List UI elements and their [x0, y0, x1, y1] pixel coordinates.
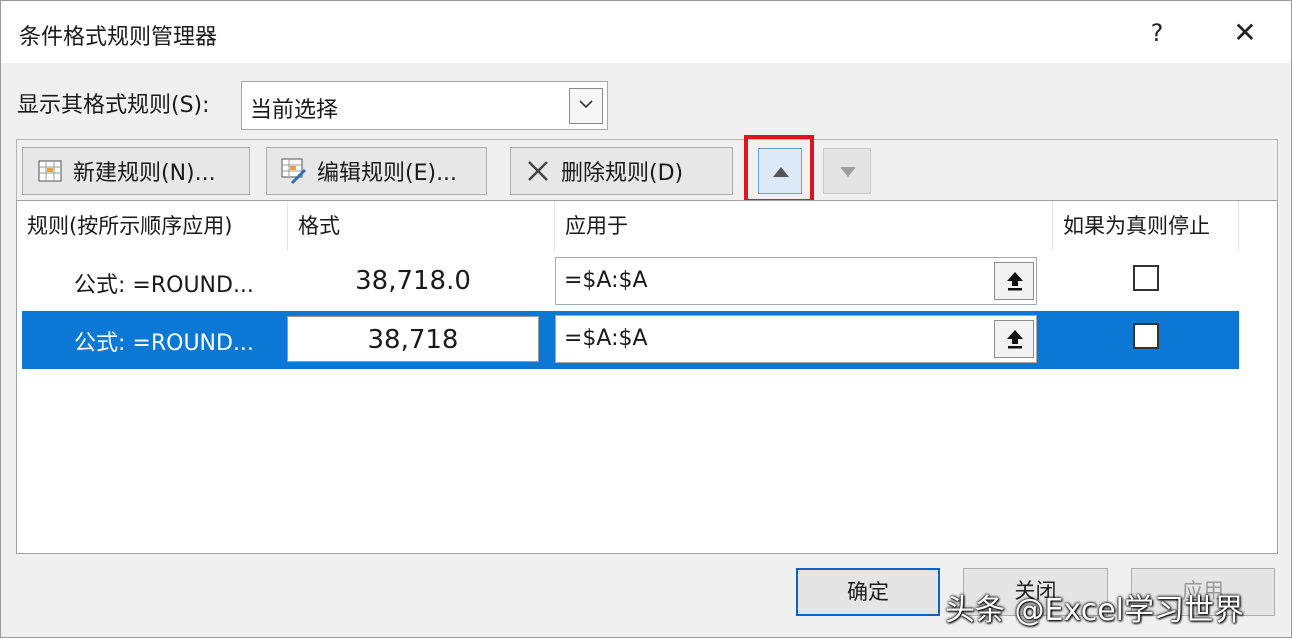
range-collapse-button[interactable]	[994, 262, 1034, 300]
column-header-applies-to: 应用于	[555, 201, 1053, 251]
rule-description: 公式: =ROUND...	[74, 273, 254, 298]
column-header-rule: 规则(按所示顺序应用)	[17, 201, 288, 251]
rules-toolbar: 新建规则(N)... 编辑规则(E)... 删除规则(D)	[16, 135, 1278, 203]
show-rules-label: 显示其格式规则(S):	[17, 93, 210, 118]
triangle-down-icon	[840, 167, 856, 177]
move-up-highlight-box	[744, 135, 814, 203]
close-icon[interactable]: ✕	[1223, 13, 1267, 53]
conditional-format-rules-manager-dialog: 条件格式规则管理器 ? ✕ 显示其格式规则(S): 当前选择 新建规则(N)..…	[0, 0, 1292, 638]
format-preview: 38,718	[287, 316, 539, 362]
stop-if-true-checkbox[interactable]	[1133, 323, 1159, 349]
show-rules-value: 当前选择	[250, 98, 339, 123]
stop-if-true-checkbox[interactable]	[1133, 265, 1159, 291]
column-header-stop-if-true: 如果为真则停止	[1053, 201, 1239, 251]
format-preview: 38,718.0	[355, 266, 471, 296]
title-bar: 条件格式规则管理器 ? ✕	[1, 1, 1291, 63]
applies-to-value: =$A:$A	[564, 326, 648, 351]
new-rule-icon	[35, 156, 65, 186]
show-rules-select[interactable]: 当前选择	[241, 81, 608, 130]
delete-rule-button[interactable]: 删除规则(D)	[510, 147, 733, 195]
edit-rule-icon	[279, 156, 309, 186]
table-row[interactable]: 公式: =ROUND... 38,718 =$A:$A	[22, 311, 1239, 369]
applies-to-input[interactable]: =$A:$A	[555, 257, 1037, 305]
move-down-button[interactable]	[823, 148, 871, 194]
edit-rule-label: 编辑规则(E)...	[317, 161, 458, 186]
delete-icon	[523, 156, 553, 186]
column-header-format: 格式	[288, 201, 555, 251]
help-button[interactable]: ?	[1137, 13, 1177, 53]
edit-rule-button[interactable]: 编辑规则(E)...	[266, 147, 487, 195]
applies-to-value: =$A:$A	[564, 268, 648, 293]
rule-description: 公式: =ROUND...	[74, 331, 254, 356]
new-rule-label: 新建规则(N)...	[73, 161, 216, 186]
range-collapse-button[interactable]	[994, 320, 1034, 358]
dialog-title: 条件格式规则管理器	[19, 25, 218, 50]
new-rule-button[interactable]: 新建规则(N)...	[22, 147, 250, 195]
upload-arrow-icon	[1007, 272, 1023, 291]
chevron-down-icon[interactable]	[569, 88, 603, 124]
ok-button[interactable]: 确定	[796, 568, 940, 616]
watermark-text: 头条 @Excel学习世界	[945, 593, 1245, 628]
rules-table: 规则(按所示顺序应用) 格式 应用于 如果为真则停止 公式: =ROUND...…	[16, 200, 1278, 554]
applies-to-input[interactable]: =$A:$A	[555, 315, 1037, 363]
delete-rule-label: 删除规则(D)	[561, 161, 684, 186]
table-row[interactable]: 公式: =ROUND... 38,718.0 =$A:$A	[22, 253, 1239, 311]
upload-arrow-icon	[1007, 330, 1023, 349]
